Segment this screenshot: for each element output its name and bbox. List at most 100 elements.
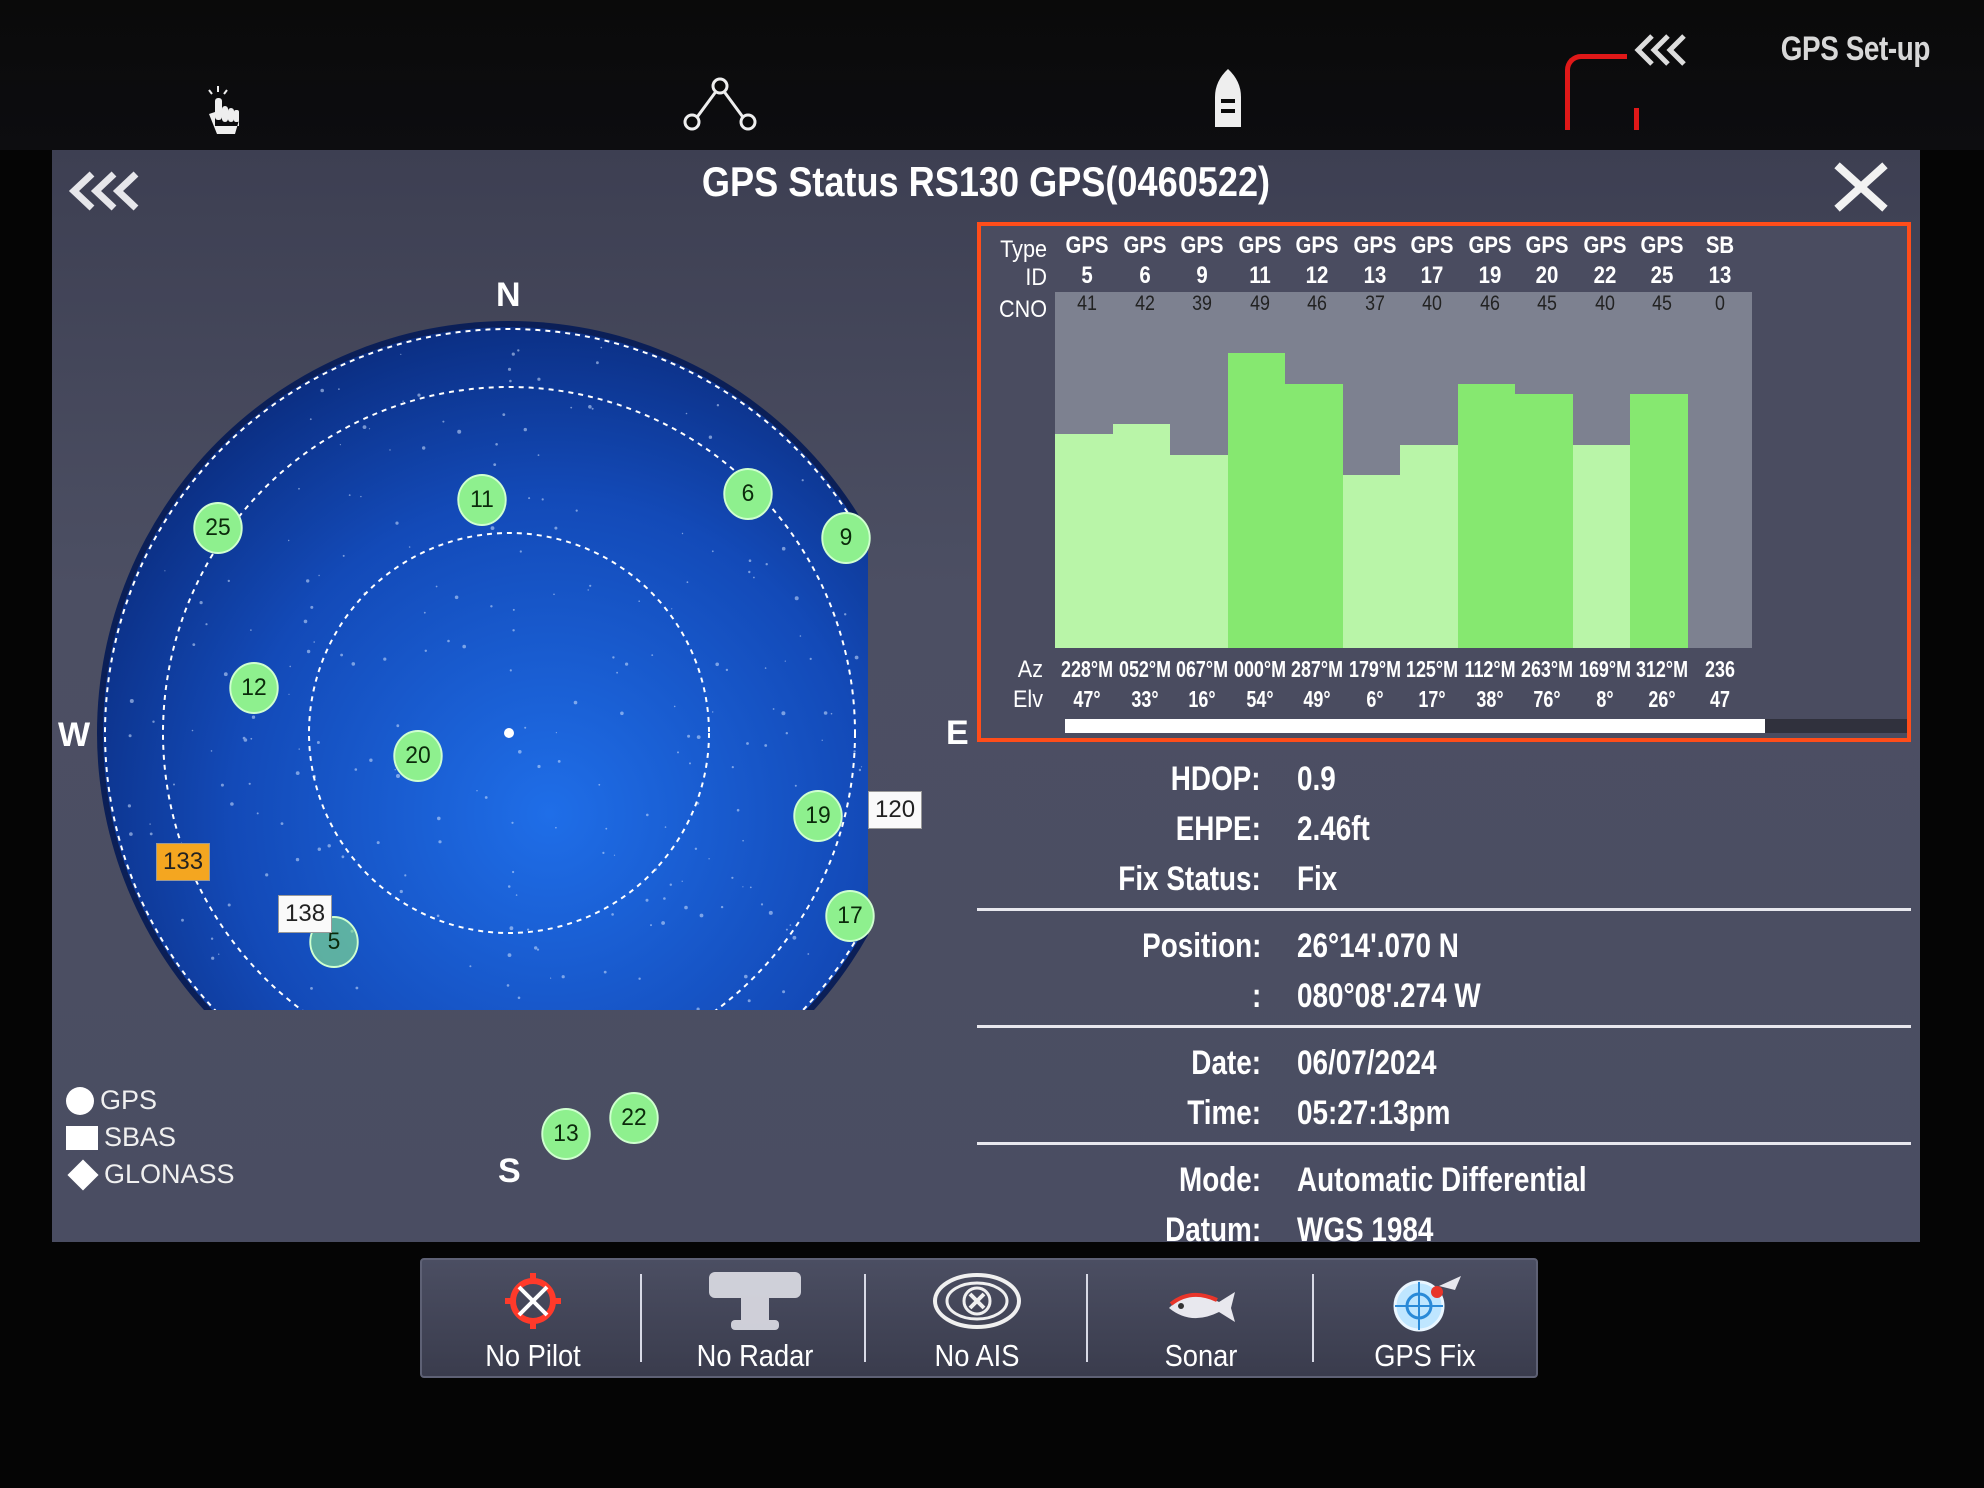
sbas-satellite-marker[interactable]: 120 (868, 791, 923, 829)
setup-tab-indicator (1565, 54, 1627, 130)
setup-tab-tick (1634, 108, 1639, 130)
sbas-satellite-marker[interactable]: 138 (278, 895, 333, 933)
satellite-marker[interactable]: 17 (825, 890, 875, 942)
gps-setup-label[interactable]: GPS Set-up (1781, 30, 1931, 69)
sky-plot-legend: GPS SBAS GLONASS (66, 1082, 235, 1193)
sonar-button[interactable]: Sonar (1090, 1260, 1312, 1376)
position-row: Position: 26°14'.070 N (977, 919, 1911, 969)
satellite-marker[interactable]: 20 (393, 730, 443, 782)
satellite-marker[interactable]: 12 (229, 662, 279, 714)
signal-strength-table[interactable]: Type ID CNO Az Elv GPS 5 41 228°M 47° GPS 6 42 0… (977, 222, 1911, 742)
sonar-label: Sonar (1164, 1338, 1238, 1373)
fix-status-label: Fix Status: (1118, 860, 1261, 898)
gps-fix-icon (1314, 1268, 1536, 1334)
radar-icon (644, 1268, 866, 1334)
cno-value: 41 (1077, 292, 1097, 315)
legend-sbas-label: SBAS (104, 1122, 177, 1152)
dock-divider (640, 1274, 642, 1362)
datum-row: Datum: WGS 1984 (977, 1203, 1911, 1253)
cno-value: 39 (1192, 292, 1212, 315)
close-icon[interactable] (1832, 162, 1890, 217)
divider (977, 1142, 1911, 1145)
no-pilot-label: No Pilot (485, 1338, 581, 1373)
gps-info-block: HDOP: 0.9 EHPE: 2.46ft Fix Status: Fix P… (977, 752, 1911, 1253)
cno-value: 42 (1134, 292, 1155, 315)
hdop-label: HDOP: (1171, 760, 1261, 798)
glonass-diamond-icon (67, 1158, 99, 1191)
position-label: Position: (1141, 927, 1261, 965)
no-radar-button[interactable]: No Radar (644, 1260, 866, 1376)
satellite-marker[interactable]: 25 (193, 502, 243, 554)
compass-south: S (498, 1152, 521, 1190)
longitude-value: 080°08'.274 W (1297, 977, 1481, 1015)
cno-value: 46 (1307, 292, 1327, 315)
status-dock: No Pilot No Radar No AIS Sonar GPS Fix (420, 1258, 1538, 1378)
longitude-row: : 080°08'.274 W (977, 969, 1911, 1019)
horizontal-scrollbar-thumb[interactable] (1065, 719, 1765, 733)
no-ais-button[interactable]: No AIS (866, 1260, 1088, 1376)
row-label-cno: CNO (998, 296, 1047, 323)
satellite-sky-plot (48, 170, 868, 1010)
legend-sbas: SBAS (66, 1119, 235, 1156)
compass-north: N (496, 276, 521, 314)
gps-fix-button[interactable]: GPS Fix (1314, 1260, 1536, 1376)
top-bar: GPS Set-up (0, 0, 1984, 150)
divider (977, 1025, 1911, 1028)
time-value: 05:27:13pm (1297, 1094, 1451, 1132)
legend-gps: GPS (66, 1082, 235, 1119)
satellite-marker[interactable]: 22 (609, 1092, 659, 1144)
legend-gps-label: GPS (100, 1085, 158, 1115)
hdop-row: HDOP: 0.9 (977, 752, 1911, 802)
time-label: Time: (1187, 1094, 1261, 1132)
datum-value: WGS 1984 (1297, 1211, 1434, 1249)
sbas-square-icon (66, 1125, 98, 1150)
sky-plot-graphic (97, 321, 868, 1010)
longitude-label: : (1251, 977, 1261, 1015)
mode-value: Automatic Differential (1297, 1161, 1587, 1199)
ehpe-label: EHPE: (1175, 810, 1261, 848)
mode-label: Mode: (1178, 1161, 1261, 1199)
date-row: Date: 06/07/2024 (977, 1036, 1911, 1086)
gps-circle-icon (66, 1086, 94, 1115)
legend-glonass: GLONASS (66, 1156, 235, 1193)
sbas-satellite-marker[interactable]: 133 (156, 843, 211, 881)
ehpe-value: 2.46ft (1297, 810, 1370, 848)
dock-divider (1086, 1274, 1088, 1362)
fix-status-value: Fix (1297, 860, 1338, 898)
date-value: 06/07/2024 (1297, 1044, 1437, 1082)
satellite-marker[interactable]: 6 (723, 468, 773, 520)
row-label-elv: Elv (1012, 686, 1043, 713)
satellite-marker[interactable]: 13 (541, 1108, 591, 1160)
cno-value: 49 (1249, 292, 1270, 315)
compass-east: E (946, 714, 969, 752)
gps-fix-label: GPS Fix (1374, 1338, 1476, 1373)
cno-value: 40 (1594, 292, 1615, 315)
setup-back-chevrons-icon[interactable] (1630, 32, 1692, 73)
signal-column[interactable]: SB 13 0 236 47 (1684, 226, 1756, 738)
cno-value: 45 (1537, 292, 1557, 315)
satellite-marker[interactable]: 11 (457, 474, 507, 526)
datum-label: Datum: (1164, 1211, 1261, 1249)
sat-type: SB (1705, 232, 1734, 259)
no-radar-label: No Radar (696, 1338, 814, 1373)
elevation-value: 47 (1709, 686, 1730, 712)
fish-icon (1090, 1268, 1312, 1334)
divider (977, 908, 1911, 911)
satellite-marker[interactable]: 19 (793, 790, 843, 842)
sat-id: 13 (1708, 262, 1731, 289)
satellite-marker[interactable]: 9 (821, 512, 871, 564)
time-row: Time: 05:27:13pm (977, 1086, 1911, 1136)
no-pilot-button[interactable]: No Pilot (422, 1260, 644, 1376)
azimuth-value: 236 (1704, 656, 1735, 682)
legend-glonass-label: GLONASS (104, 1159, 235, 1189)
row-label-type: Type (1000, 236, 1047, 263)
route-icon[interactable] (680, 74, 760, 134)
ais-off-icon (866, 1268, 1088, 1334)
cno-value: 46 (1479, 292, 1500, 315)
autopilot-off-icon (422, 1268, 644, 1334)
boat-icon[interactable] (1208, 66, 1248, 132)
date-label: Date: (1191, 1044, 1261, 1082)
touch-icon[interactable] (196, 80, 246, 140)
compass-west: W (58, 716, 91, 754)
cno-value: 40 (1422, 292, 1442, 315)
